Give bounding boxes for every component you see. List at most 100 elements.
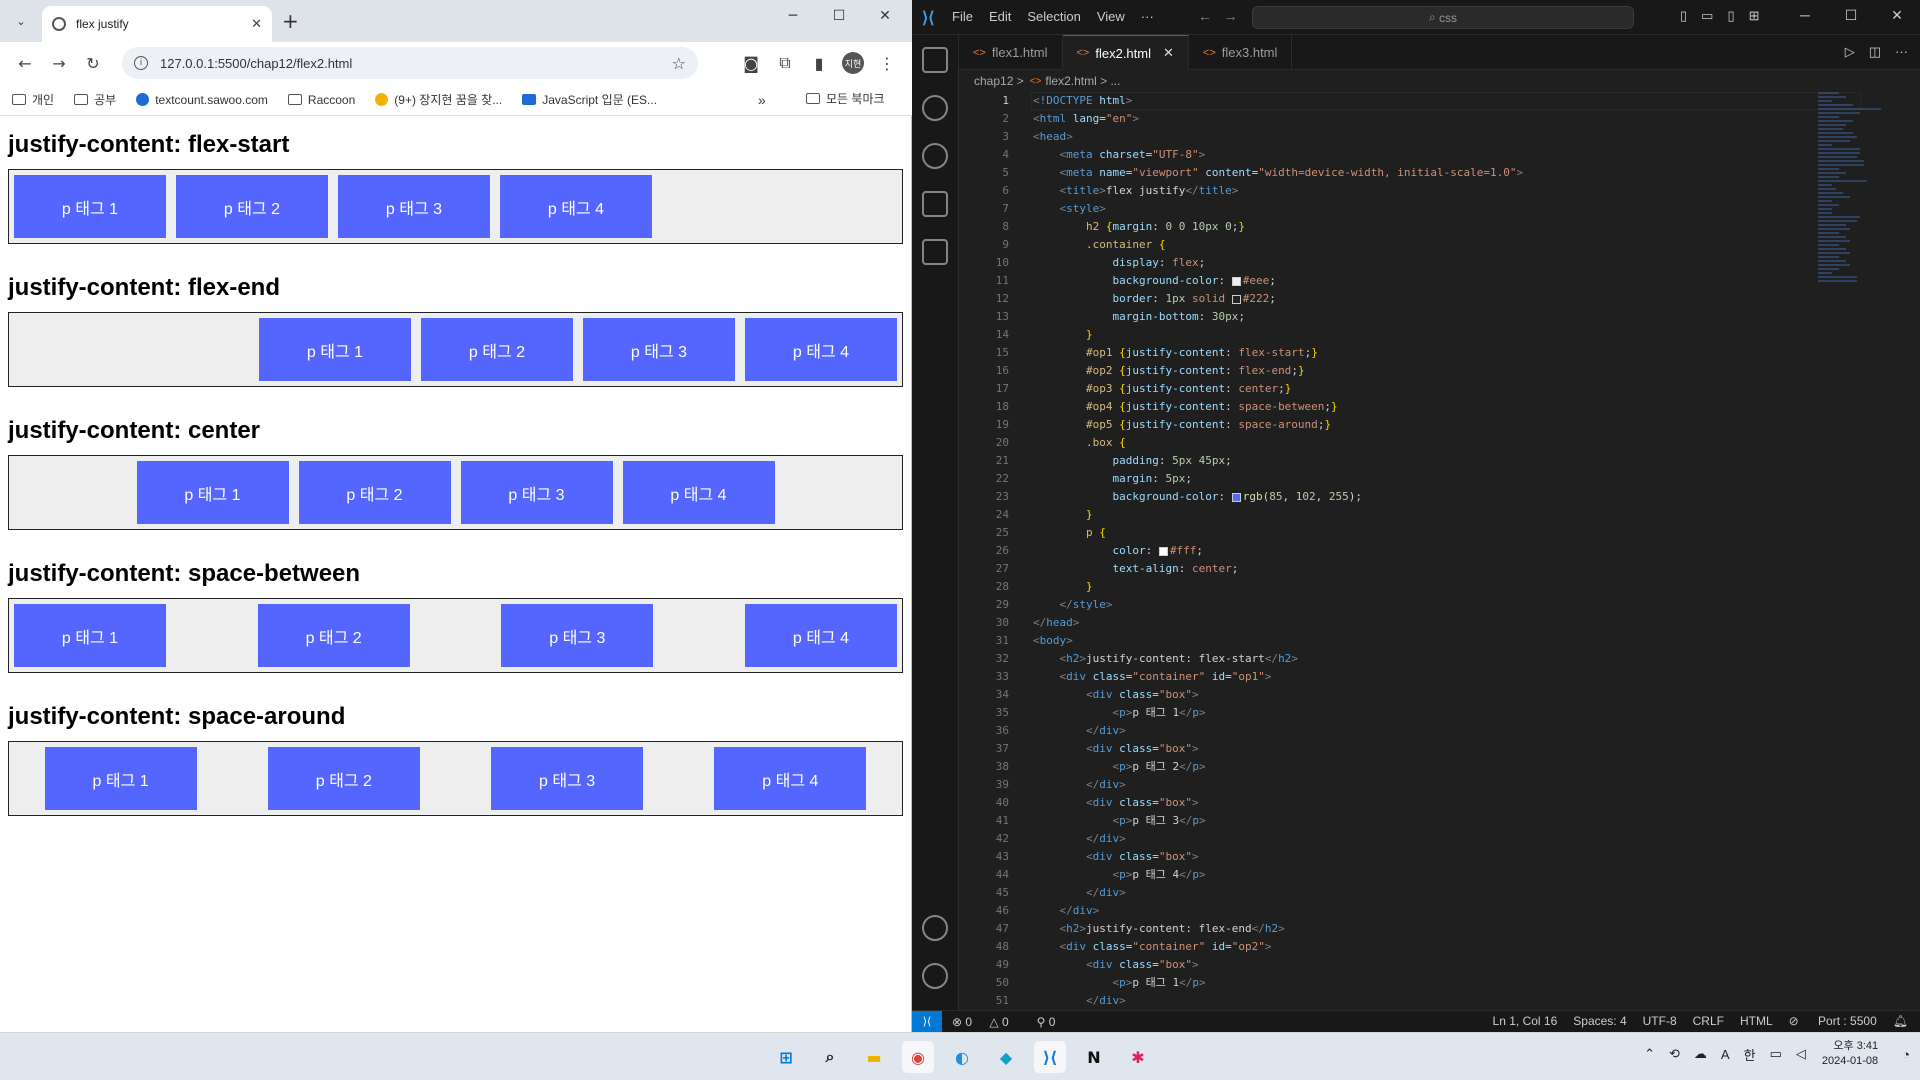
indentation[interactable]: Spaces: 4: [1573, 1014, 1626, 1028]
bookmark-link[interactable]: Raccoon: [287, 93, 355, 107]
forward-arrow-icon[interactable]: →: [1224, 8, 1238, 24]
code-text: margin-bottom: 30px;: [1112, 310, 1245, 323]
account-icon[interactable]: [922, 915, 948, 941]
encoding[interactable]: UTF-8: [1643, 1014, 1677, 1028]
remote-icon[interactable]: ⟩⟨: [912, 1010, 942, 1033]
command-search[interactable]: ⌕ css: [1252, 6, 1634, 29]
reload-button[interactable]: ↻: [76, 46, 110, 80]
search-icon[interactable]: ⌕: [814, 1041, 846, 1073]
bookmark-link[interactable]: JavaScript 입문 (ES...: [522, 91, 657, 108]
code-line: 38 <p>p 태그 2</p>: [959, 758, 1869, 776]
address-bar[interactable]: i 127.0.0.1:5500/chap12/flex2.html ☆: [122, 47, 698, 79]
run-debug-icon[interactable]: [922, 191, 948, 217]
close-tab-icon[interactable]: ✕: [1163, 45, 1174, 61]
chevron-up-icon[interactable]: ⌃: [1644, 1046, 1655, 1062]
breadcrumb-file[interactable]: flex2.html: [1045, 74, 1096, 88]
menu-view[interactable]: View: [1097, 9, 1125, 24]
edge-icon[interactable]: ◐: [946, 1041, 978, 1073]
toggle-panel-icon[interactable]: ▭: [1701, 8, 1713, 24]
forward-button[interactable]: →: [42, 46, 76, 80]
bell-icon[interactable]: 🔔︎: [1893, 1014, 1908, 1028]
notification-bell-icon[interactable]: ◔: [1902, 1047, 1910, 1062]
network-icon[interactable]: ▭: [1770, 1046, 1782, 1062]
close-window-icon[interactable]: ✕: [862, 8, 908, 24]
tab-flex1[interactable]: <> flex1.html: [959, 35, 1063, 70]
font-indicator[interactable]: A: [1721, 1047, 1730, 1062]
site-info-icon[interactable]: i: [134, 56, 148, 70]
breadcrumb-folder[interactable]: chap12: [974, 74, 1013, 88]
cursor-position[interactable]: Ln 1, Col 16: [1493, 1014, 1558, 1028]
tab-flex3[interactable]: <> flex3.html: [1189, 35, 1293, 70]
language-mode[interactable]: HTML: [1740, 1014, 1773, 1028]
more-bookmarks-icon[interactable]: »: [758, 92, 766, 108]
chrome-icon[interactable]: ◉: [902, 1041, 934, 1073]
ime-indicator[interactable]: 한: [1744, 1045, 1756, 1064]
extensions-icon[interactable]: ⧉: [768, 46, 802, 80]
tab-search-button[interactable]: ⌄: [10, 10, 32, 32]
code-line: 40 <div class="box">: [959, 794, 1869, 812]
copilot-icon[interactable]: ◆: [990, 1041, 1022, 1073]
chrome-menu-icon[interactable]: ⋮: [870, 46, 904, 80]
more-actions-icon[interactable]: ···: [1895, 44, 1908, 60]
menu-more[interactable]: ···: [1141, 9, 1154, 24]
tab-flex2[interactable]: <> flex2.html ✕: [1062, 35, 1189, 70]
customize-layout-icon[interactable]: ⊞: [1749, 8, 1760, 24]
problems-indicator[interactable]: ⊗ 0 △ 0: [952, 1015, 1023, 1029]
minimize-icon[interactable]: ─: [770, 8, 816, 24]
line-ending[interactable]: CRLF: [1693, 1014, 1724, 1028]
toggle-sidebar-icon[interactable]: ▯: [1680, 8, 1687, 24]
new-tab-button[interactable]: +: [282, 10, 299, 32]
live-server-port[interactable]: ⊘ Port : 5500: [1789, 1014, 1877, 1028]
cloud-icon[interactable]: ☁: [1694, 1046, 1707, 1062]
source-control-icon[interactable]: [922, 143, 948, 169]
back-button[interactable]: ←: [8, 46, 42, 80]
ports-indicator[interactable]: ⚲ 0: [1037, 1015, 1070, 1029]
notion-icon[interactable]: N: [1078, 1041, 1110, 1073]
explorer-icon[interactable]: [922, 47, 948, 73]
menu-edit[interactable]: Edit: [989, 9, 1011, 24]
minimap[interactable]: [1818, 92, 1888, 312]
minimize-icon[interactable]: ─: [1782, 7, 1828, 24]
bookmark-folder[interactable]: 개인: [12, 91, 54, 108]
run-icon[interactable]: ▷: [1845, 44, 1855, 60]
search-icon[interactable]: [922, 95, 948, 121]
extensions-icon[interactable]: [922, 239, 948, 265]
volume-icon[interactable]: ◁: [1796, 1046, 1806, 1062]
file-explorer-icon[interactable]: ▬: [858, 1041, 890, 1073]
close-tab-icon[interactable]: ✕: [251, 17, 262, 32]
toggle-secondary-sidebar-icon[interactable]: ▯: [1727, 8, 1734, 24]
bookmark-link[interactable]: textcount.sawoo.com: [136, 93, 268, 107]
line-number: 28: [995, 580, 1009, 593]
maximize-icon[interactable]: ☐: [816, 8, 862, 24]
breadcrumb-more[interactable]: ...: [1110, 74, 1120, 88]
bookmark-star-icon[interactable]: ☆: [672, 54, 686, 73]
vscode-icon[interactable]: ⟩⟨: [1034, 1041, 1066, 1073]
bookmark-folder[interactable]: 공부: [74, 91, 116, 108]
line-number: 4: [1002, 148, 1009, 161]
clock[interactable]: 오후 3:41 2024-01-08: [1822, 1039, 1878, 1069]
browser-tab[interactable]: flex justify ✕: [42, 6, 272, 42]
color-swatch[interactable]: [1231, 276, 1241, 286]
side-panel-icon[interactable]: ▮: [802, 46, 836, 80]
profile-avatar[interactable]: 지현: [842, 52, 864, 74]
minimap-line: [1818, 268, 1839, 270]
sync-icon[interactable]: ⟲: [1669, 1046, 1680, 1062]
split-editor-icon[interactable]: ◫: [1869, 44, 1881, 60]
maximize-icon[interactable]: ☐: [1828, 7, 1874, 24]
camera-icon[interactable]: ◙: [734, 46, 768, 80]
color-swatch[interactable]: [1231, 492, 1241, 502]
windows-start-icon[interactable]: ⊞: [770, 1041, 802, 1073]
menu-file[interactable]: File: [952, 9, 973, 24]
slack-icon[interactable]: ✱: [1122, 1041, 1154, 1073]
code-line: 30 </head>: [959, 614, 1869, 632]
close-window-icon[interactable]: ✕: [1874, 7, 1920, 24]
code-text: <title>flex justify</title>: [1059, 184, 1239, 197]
back-arrow-icon[interactable]: ←: [1198, 8, 1212, 24]
all-bookmarks-folder[interactable]: 모든 북마크: [806, 90, 885, 107]
color-swatch[interactable]: [1158, 546, 1168, 556]
gear-icon[interactable]: [922, 963, 948, 989]
color-swatch[interactable]: [1231, 294, 1241, 304]
bookmark-link[interactable]: (9+) 장지현 꿈을 찾...: [375, 91, 502, 108]
menu-selection[interactable]: Selection: [1027, 9, 1080, 24]
code-editor[interactable]: 1 <!DOCTYPE html> 2 <html lang="en"> 3 <head>…: [959, 92, 1869, 1010]
